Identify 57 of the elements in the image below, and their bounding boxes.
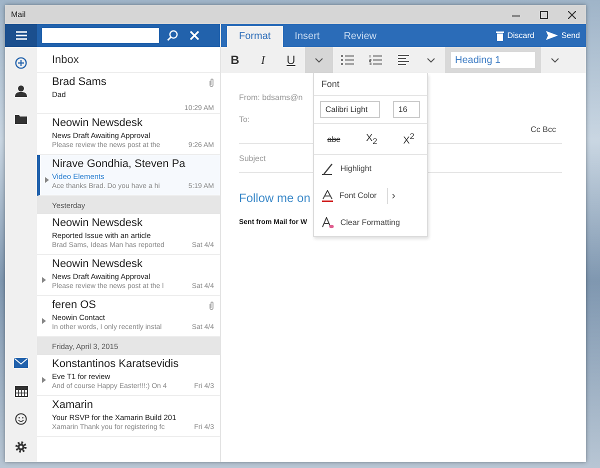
cc-bcc-link[interactable]: Cc Bcc [524,124,562,134]
folder-icon [15,114,27,124]
font-name-field[interactable]: Calibri Light [320,101,380,118]
mail-icon [14,358,28,368]
eraser-letter-icon [322,216,334,228]
compose-icon [15,57,27,69]
font-color-icon [322,190,334,202]
sender-name: Konstantinos Karatsevidis [52,358,179,370]
ribbon-tab[interactable]: Review [332,26,388,47]
chevron-down-icon [315,58,323,62]
person-icon [15,85,27,97]
sender-name: Xamarin [52,399,93,411]
submenu-button[interactable]: › [386,188,400,204]
calendar-icon [14,386,28,396]
window-title: Mail [10,10,27,19]
menu-button[interactable] [5,24,37,47]
strikethrough-button[interactable]: abc [324,134,344,144]
subscript-button[interactable]: X$_{2}$ [363,132,380,146]
close-icon [568,10,576,18]
sender-name: feren OS [52,299,96,311]
settings-icon [15,441,27,453]
sender-name: Neowin Newsdesk [52,117,142,129]
font-color-menu-item[interactable]: Font Color [314,182,377,209]
body-heading: Follow me on [239,191,310,205]
chevron-down-icon [551,58,559,62]
menu-icon [16,31,26,40]
send-icon [546,31,558,40]
align-left-icon [398,55,408,65]
ribbon-tab[interactable]: Insert [282,26,332,47]
folder-title: Inbox [37,47,220,73]
search-icon [166,30,178,41]
menu-title: Font [314,73,428,96]
smiley-icon [15,413,27,425]
search-field[interactable] [42,28,159,43]
sender-name: Nirave Gondhia, Steven Pa [52,158,186,170]
clear-menu-item[interactable]: Clear Formatting [314,209,400,236]
highlighter-icon [322,162,334,174]
font-size-field[interactable]: 16 [393,101,420,118]
sender-name: Neowin Newsdesk [52,217,142,229]
to-label: To: [239,115,250,124]
style-field[interactable]: Heading 1 [451,52,535,68]
sender-name: Neowin Newsdesk [52,258,142,270]
italic-button[interactable]: I [249,47,277,73]
numbered-list-icon [368,55,382,65]
from-address: From: bdsams@n [239,93,303,102]
maximize-icon [540,10,548,18]
bullet-list-icon [340,55,354,65]
trash-icon [496,30,504,40]
close-icon [190,31,198,40]
superscript-button[interactable]: X$^{2}$ [400,131,418,147]
send-button[interactable]: Send [540,24,586,47]
discard-button[interactable]: Discard [490,24,540,47]
ribbon-tab[interactable]: Format [227,26,283,47]
bold-button[interactable]: B [221,47,249,73]
chevron-down-icon [427,58,435,62]
sender-name: Brad Sams [52,76,106,88]
underline-button[interactable]: U [277,47,305,73]
